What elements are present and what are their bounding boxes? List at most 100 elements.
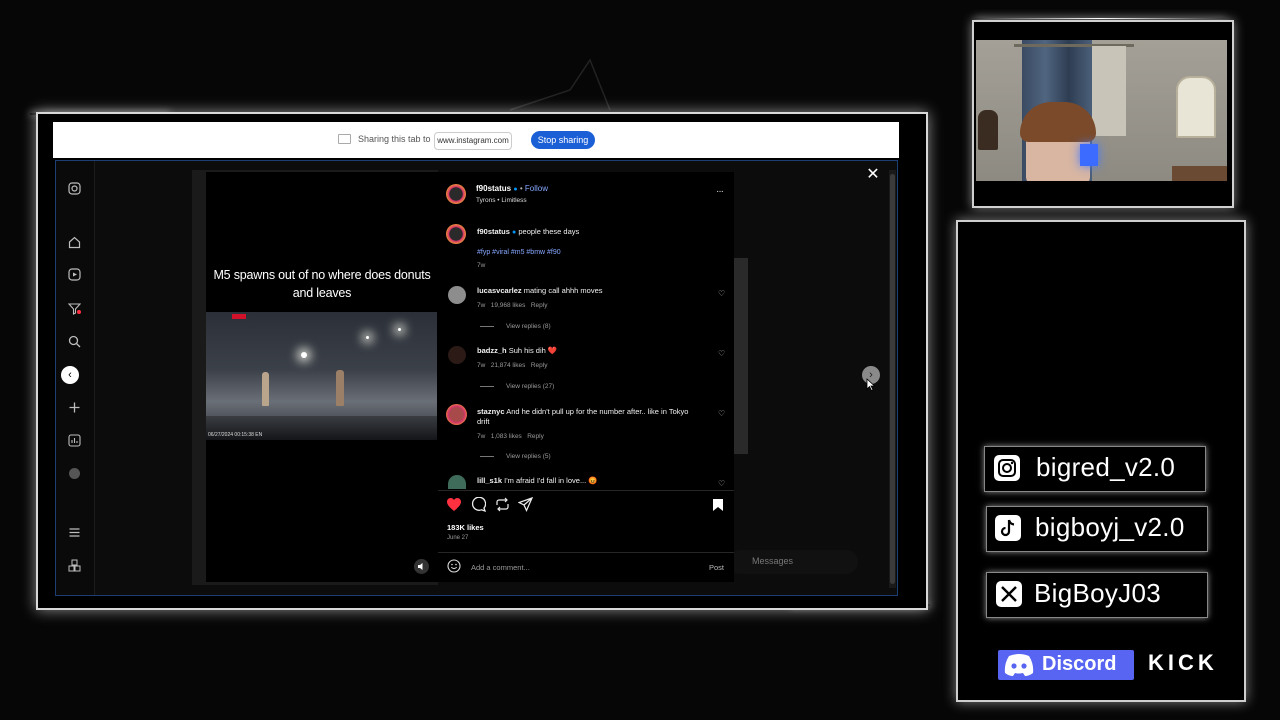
comment-username[interactable]: staznyc bbox=[477, 407, 505, 416]
post-comment-button[interactable]: Post bbox=[709, 563, 724, 572]
caption-avatar[interactable] bbox=[446, 224, 466, 244]
filter-icon[interactable] bbox=[67, 302, 82, 315]
video-frame bbox=[206, 312, 437, 440]
comment-avatar[interactable] bbox=[448, 286, 466, 304]
caption-text: people these days bbox=[518, 227, 580, 236]
wall-plaque bbox=[1176, 76, 1216, 138]
comment-like-icon[interactable]: ♡ bbox=[718, 349, 725, 358]
comment-age: 7w bbox=[477, 433, 486, 440]
video-caption-overlay: M5 spawns out of no where does donuts an… bbox=[213, 268, 431, 300]
comment-meta: 7w 1,083 likes Reply bbox=[477, 433, 544, 440]
comment-line: badzz_h Suh his dih ❤️ bbox=[477, 346, 557, 356]
previous-post-button[interactable]: ‹ bbox=[61, 366, 79, 384]
instagram-handle: bigred_v2.0 bbox=[1036, 452, 1176, 482]
comment-avatar[interactable] bbox=[446, 404, 467, 425]
comment-like-icon[interactable]: ♡ bbox=[718, 479, 725, 488]
webcam-feed bbox=[976, 40, 1227, 181]
reply-button[interactable]: Reply bbox=[527, 433, 544, 440]
divider bbox=[438, 490, 734, 491]
verified-badge-icon: ● bbox=[513, 186, 518, 193]
streetlight bbox=[366, 336, 369, 339]
comment-likes[interactable]: 19,968 likes bbox=[491, 302, 526, 309]
streetlight bbox=[398, 328, 401, 331]
author-avatar[interactable] bbox=[446, 184, 466, 204]
background-feed-strip bbox=[734, 258, 748, 454]
create-icon[interactable] bbox=[68, 401, 81, 414]
brake-light bbox=[232, 314, 246, 319]
comment-meta: 7w 19,968 likes Reply bbox=[477, 302, 547, 309]
kick-logo: KICK bbox=[1148, 650, 1218, 675]
divider bbox=[438, 552, 734, 553]
home-icon[interactable] bbox=[68, 236, 81, 249]
sharing-message: Sharing this tab to bbox=[358, 134, 431, 144]
stop-sharing-button[interactable]: Stop sharing bbox=[531, 131, 595, 149]
comment-text: I'm afraid I'd fall in love... bbox=[504, 476, 587, 485]
comment-icon[interactable] bbox=[471, 496, 487, 517]
messages-label: Messages bbox=[752, 556, 794, 566]
mouse-cursor-icon bbox=[866, 378, 876, 396]
comment-text: mating call ahhh moves bbox=[523, 286, 603, 295]
likes-count[interactable]: 183K likes bbox=[447, 523, 484, 532]
emoji-picker-icon[interactable] bbox=[447, 559, 461, 578]
view-replies-button[interactable]: View replies (27) bbox=[480, 383, 554, 390]
reply-button[interactable]: Reply bbox=[531, 302, 548, 309]
speaker-muted-icon bbox=[418, 563, 423, 570]
comment-username[interactable]: badzz_h bbox=[477, 346, 507, 355]
shared-domain-link[interactable]: www.instagram.com bbox=[434, 132, 512, 150]
profile-icon[interactable] bbox=[68, 467, 81, 480]
background-streak bbox=[975, 18, 1225, 19]
save-icon[interactable] bbox=[712, 498, 724, 517]
comment-likes[interactable]: 21,874 likes bbox=[491, 362, 526, 369]
like-icon[interactable] bbox=[446, 497, 462, 517]
post-header: f90status ● • Follow bbox=[476, 184, 548, 193]
author-username[interactable]: f90status bbox=[476, 184, 511, 193]
instagram-logo-icon[interactable] bbox=[68, 182, 81, 195]
tiktok-icon bbox=[995, 515, 1021, 541]
discord-label: Discord bbox=[1042, 653, 1117, 675]
more-options-icon[interactable]: ··· bbox=[716, 186, 724, 197]
caption-age: 7w bbox=[477, 262, 486, 269]
separator-dot: • bbox=[519, 184, 523, 193]
comment-line: lill_s1k I'm afraid I'd fall in love... … bbox=[477, 476, 598, 486]
comment-username[interactable]: lucasvcarlez bbox=[477, 286, 522, 295]
comment-like-icon[interactable]: ♡ bbox=[718, 409, 725, 418]
comment-emoji: ❤️ bbox=[547, 346, 558, 355]
scrollbar-thumb[interactable] bbox=[890, 174, 895, 584]
background-line-art bbox=[509, 58, 611, 111]
x-icon bbox=[996, 581, 1022, 607]
comment-age: 7w bbox=[477, 362, 486, 369]
comment-avatar[interactable] bbox=[448, 346, 466, 364]
repost-icon[interactable] bbox=[495, 497, 510, 517]
add-comment-input[interactable]: Add a comment... bbox=[471, 563, 530, 572]
mute-button[interactable] bbox=[414, 559, 429, 574]
reels-icon[interactable] bbox=[68, 268, 81, 281]
follow-button[interactable]: Follow bbox=[525, 184, 548, 193]
caption-line: f90status ● people these days bbox=[477, 227, 579, 238]
reply-button[interactable]: Reply bbox=[531, 362, 548, 369]
person-figure bbox=[262, 372, 269, 406]
comment-like-icon[interactable]: ♡ bbox=[718, 289, 725, 298]
audio-track[interactable]: Tyrons • Limitless bbox=[476, 197, 527, 204]
view-replies-button[interactable]: View replies (8) bbox=[480, 323, 551, 330]
comment-age: 7w bbox=[477, 302, 486, 309]
also-from-meta-icon[interactable] bbox=[68, 559, 81, 572]
search-icon[interactable] bbox=[68, 335, 81, 348]
caption-hashtags[interactable]: #fyp #viral #m5 #bmw #f90 bbox=[477, 248, 561, 258]
comment-meta: 7w 21,874 likes Reply bbox=[477, 362, 547, 369]
menu-icon[interactable] bbox=[68, 526, 81, 539]
discord-icon bbox=[1003, 653, 1035, 682]
post-date: June 27 bbox=[447, 535, 469, 541]
caption-username[interactable]: f90status bbox=[477, 227, 510, 236]
share-icon[interactable] bbox=[517, 496, 534, 517]
streetlight bbox=[301, 352, 307, 358]
close-icon[interactable]: ✕ bbox=[864, 164, 882, 184]
monitor-glow bbox=[1080, 144, 1098, 166]
comment-likes[interactable]: 1,083 likes bbox=[491, 433, 522, 440]
view-replies-button[interactable]: View replies (5) bbox=[480, 453, 551, 460]
dashboard-icon[interactable] bbox=[68, 434, 81, 447]
x-handle: BigBoyJ03 bbox=[1034, 578, 1161, 608]
video-timestamp: 06/27/2024 00:15:38 EN bbox=[208, 432, 263, 438]
comment-username[interactable]: lill_s1k bbox=[477, 476, 502, 485]
comment-avatar[interactable] bbox=[448, 475, 466, 489]
comment-line: lucasvcarlez mating call ahhh moves bbox=[477, 286, 603, 296]
